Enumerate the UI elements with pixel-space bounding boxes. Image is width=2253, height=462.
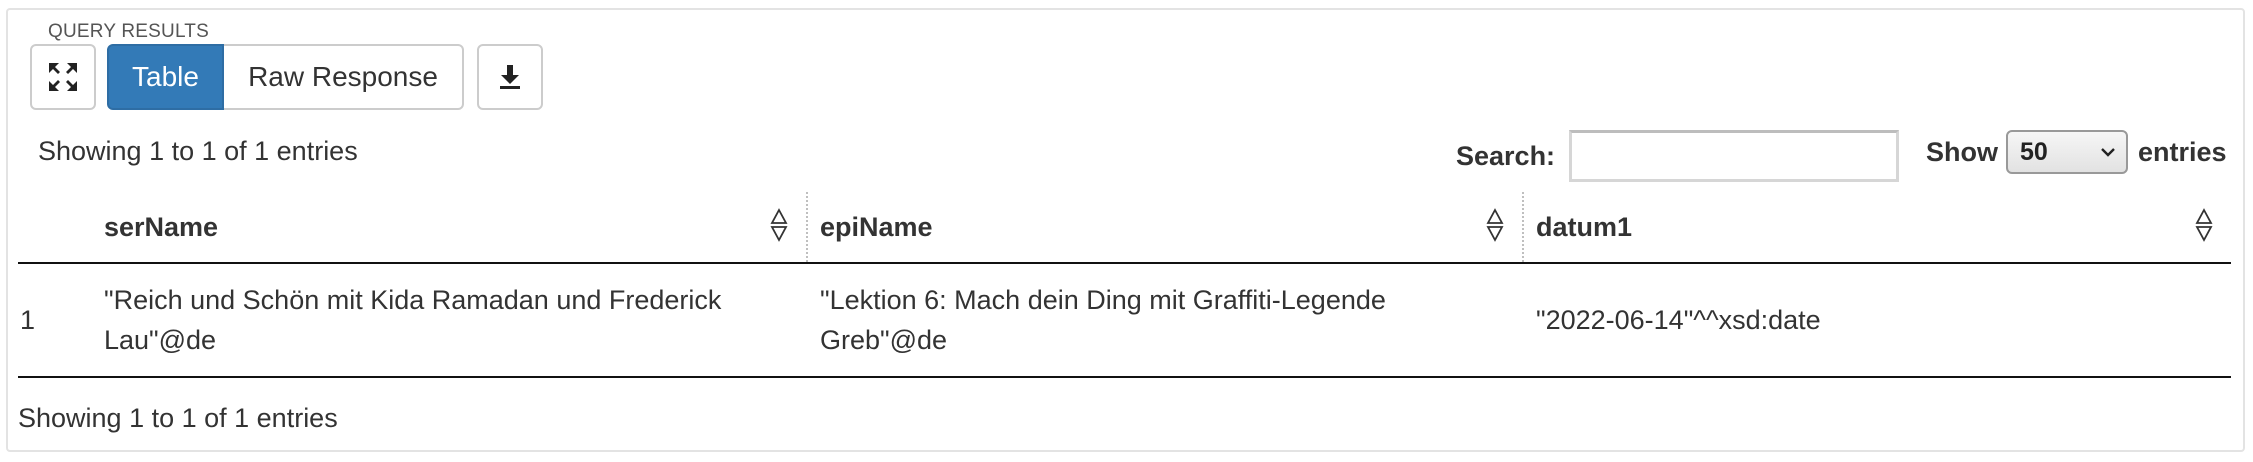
sort-icon bbox=[1486, 208, 1504, 242]
show-label: Show bbox=[1926, 136, 1998, 167]
table-search: Search: bbox=[1456, 130, 1900, 182]
panel-legend: QUERY RESULTS bbox=[48, 21, 209, 42]
search-input[interactable] bbox=[1569, 130, 1900, 182]
download-button[interactable] bbox=[477, 44, 543, 110]
results-table-wrapper: serName epiName datum1 1 "Reich und Schö… bbox=[18, 192, 2231, 378]
fullscreen-button[interactable] bbox=[30, 44, 96, 110]
datum1-cell: "2022-06-14"^^xsd:date bbox=[1522, 263, 2231, 378]
entries-label: entries bbox=[2138, 136, 2227, 167]
entries-length: Show 50 entries bbox=[1926, 130, 2227, 174]
entries-select[interactable]: 50 bbox=[2006, 130, 2128, 174]
column-header-epiname[interactable]: epiName bbox=[806, 192, 1522, 264]
expand-icon bbox=[49, 63, 77, 91]
entries-select-value: 50 bbox=[2020, 137, 2048, 166]
sort-icon bbox=[2195, 208, 2213, 242]
row-index-cell: 1 bbox=[18, 263, 90, 378]
sort-icon bbox=[770, 208, 788, 242]
column-header-index bbox=[18, 192, 90, 264]
view-toggle-group: Table Raw Response bbox=[107, 44, 464, 110]
search-label: Search: bbox=[1456, 140, 1556, 171]
table-info-bottom: Showing 1 to 1 of 1 entries bbox=[18, 403, 338, 433]
results-toolbar: Table Raw Response bbox=[30, 44, 543, 110]
sername-cell: "Reich und Schön mit Kida Ramadan und Fr… bbox=[90, 263, 806, 378]
download-icon bbox=[500, 65, 520, 89]
raw-response-button[interactable]: Raw Response bbox=[224, 44, 464, 110]
table-info-top: Showing 1 to 1 of 1 entries bbox=[38, 136, 358, 166]
column-header-datum1[interactable]: datum1 bbox=[1522, 192, 2231, 264]
table-row: 1 "Reich und Schön mit Kida Ramadan und … bbox=[18, 263, 2231, 378]
chevron-down-icon bbox=[2101, 148, 2115, 157]
table-header-row: serName epiName datum1 bbox=[18, 192, 2231, 264]
column-header-sername[interactable]: serName bbox=[90, 192, 806, 264]
table-view-button[interactable]: Table bbox=[107, 44, 224, 110]
epiname-cell: "Lektion 6: Mach dein Ding mit Graffiti-… bbox=[806, 263, 1522, 378]
results-table: serName epiName datum1 1 "Reich und Schö… bbox=[18, 192, 2231, 378]
